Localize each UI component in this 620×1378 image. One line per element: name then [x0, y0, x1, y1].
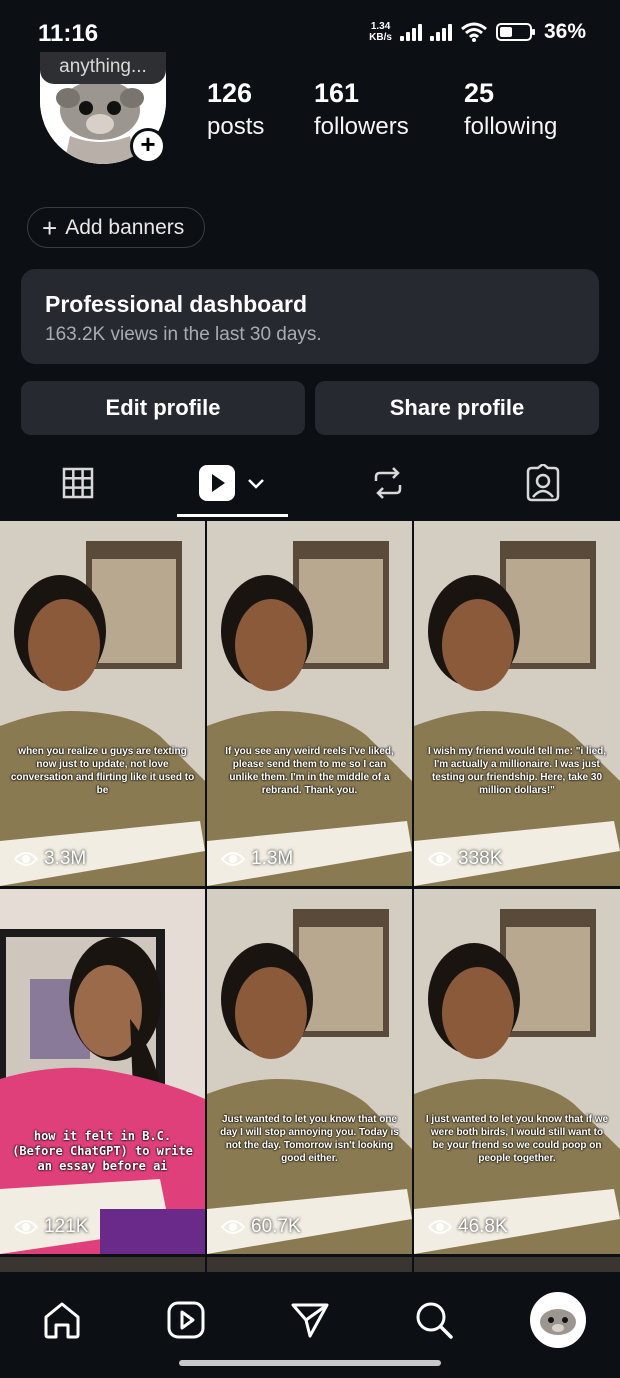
active-tab-indicator — [177, 514, 288, 517]
reel-caption: Just wanted to let you know that one day… — [220, 1114, 399, 1164]
home-icon — [44, 1302, 80, 1339]
eye-icon — [428, 1220, 452, 1234]
dashboard-subtitle: 163.2K views in the last 30 days. — [45, 324, 322, 345]
send-icon — [291, 1303, 329, 1338]
stat-following[interactable]: 25 following — [464, 78, 557, 141]
status-icons: 1.34 KB/s 36% — [369, 20, 586, 44]
reel-caption: If you see any weird reels I've liked, p… — [225, 746, 394, 796]
tab-tagged[interactable] — [487, 448, 598, 518]
reel-views: 46.8K — [428, 1216, 508, 1238]
reel-tile[interactable]: Just wanted to let you know that one day… — [207, 889, 412, 1254]
reel-tile[interactable]: If you see any weird reels I've liked, p… — [207, 521, 412, 886]
status-time: 11:16 — [38, 20, 99, 47]
reel-tile-partial[interactable] — [414, 1257, 620, 1272]
reel-view-count: 121K — [44, 1216, 89, 1237]
nav-profile[interactable] — [528, 1290, 588, 1350]
signal-icon — [399, 23, 422, 41]
tagged-icon — [526, 464, 559, 502]
reposts-icon — [374, 467, 401, 499]
tab-reels[interactable] — [177, 448, 288, 518]
reel-view-count: 1.3M — [251, 848, 294, 869]
reel-caption: how it felt in B.C. (Before ChatGPT) to … — [12, 1129, 193, 1173]
reel-caption: I wish my friend would tell me: "i lied,… — [427, 746, 607, 796]
eye-icon — [221, 852, 245, 866]
nav-search[interactable] — [404, 1290, 464, 1350]
stat-followers[interactable]: 161 followers — [314, 78, 409, 141]
stat-posts[interactable]: 126 posts — [207, 78, 264, 141]
reel-tile[interactable]: when you realize u guys are texting now … — [0, 521, 205, 886]
profile-avatar — [530, 1292, 586, 1348]
home-indicator[interactable] — [179, 1360, 441, 1366]
reel-tile-partial[interactable] — [207, 1257, 412, 1272]
reel-view-count: 3.3M — [44, 848, 87, 869]
battery-percent: 36% — [543, 20, 586, 43]
reel-thumbnail — [0, 521, 205, 886]
reel-caption: when you realize u guys are texting now … — [10, 746, 195, 796]
reel-tile-partial[interactable] — [0, 1257, 205, 1272]
reels-nav-icon — [167, 1301, 205, 1339]
reel-thumbnail — [207, 889, 412, 1254]
chevron-down-icon — [247, 479, 264, 489]
add-story-button[interactable]: + — [130, 128, 166, 164]
reel-view-count: 338K — [458, 848, 503, 869]
reel-thumbnail — [414, 521, 620, 886]
reel-view-count: 46.8K — [458, 1216, 508, 1237]
battery-icon — [495, 23, 535, 41]
stat-posts-value: 126 — [207, 78, 253, 108]
stat-followers-label: followers — [314, 113, 409, 140]
reel-views: 1.3M — [221, 848, 293, 870]
profile-tabs — [0, 448, 620, 518]
reel-views: 60.7K — [221, 1216, 301, 1238]
reel-view-count: 60.7K — [251, 1216, 301, 1237]
grid-icon — [62, 467, 93, 499]
signal-icon — [429, 23, 452, 41]
share-profile-button[interactable]: Share profile — [315, 381, 599, 435]
nav-reels[interactable] — [156, 1290, 216, 1350]
network-speed: 1.34 KB/s — [369, 21, 392, 43]
professional-dashboard[interactable]: Professional dashboard 163.2K views in t… — [21, 269, 599, 364]
add-banners-label: Add banners — [65, 215, 185, 239]
dashboard-title: Professional dashboard — [45, 291, 308, 317]
reel-thumbnail — [207, 521, 412, 886]
eye-icon — [14, 852, 38, 866]
stat-followers-value: 161 — [314, 78, 360, 108]
reel-caption: I just wanted to let you know that if we… — [425, 1114, 609, 1164]
grid-next-row — [0, 1257, 620, 1272]
eye-icon — [428, 852, 452, 866]
tab-reposts[interactable] — [332, 448, 443, 518]
stat-following-value: 25 — [464, 78, 495, 108]
stat-posts-label: posts — [207, 113, 265, 140]
reel-tile[interactable]: I just wanted to let you know that if we… — [414, 889, 620, 1254]
wifi-icon — [461, 22, 487, 42]
add-banners-button[interactable]: + Add banners — [27, 207, 206, 248]
nav-home[interactable] — [32, 1290, 92, 1350]
reel-views: 121K — [14, 1216, 88, 1238]
reel-tile[interactable]: I wish my friend would tell me: "i lied,… — [414, 521, 620, 886]
edit-profile-button[interactable]: Edit profile — [21, 381, 305, 435]
reel-thumbnail — [414, 889, 620, 1254]
reels-grid: when you realize u guys are texting now … — [0, 521, 620, 1254]
eye-icon — [14, 1220, 38, 1234]
search-icon — [416, 1302, 453, 1339]
reels-icon — [198, 465, 235, 501]
nav-messages[interactable] — [280, 1290, 340, 1350]
reel-thumbnail — [0, 889, 205, 1254]
note-bubble[interactable]: anything... — [40, 52, 166, 84]
plus-icon: + — [42, 212, 58, 243]
reel-tile[interactable]: how it felt in B.C. (Before ChatGPT) to … — [0, 889, 205, 1254]
reel-views: 338K — [428, 848, 502, 870]
reel-views: 3.3M — [14, 848, 86, 870]
tab-grid[interactable] — [22, 448, 133, 518]
stat-following-label: following — [464, 113, 558, 140]
eye-icon — [221, 1220, 245, 1234]
